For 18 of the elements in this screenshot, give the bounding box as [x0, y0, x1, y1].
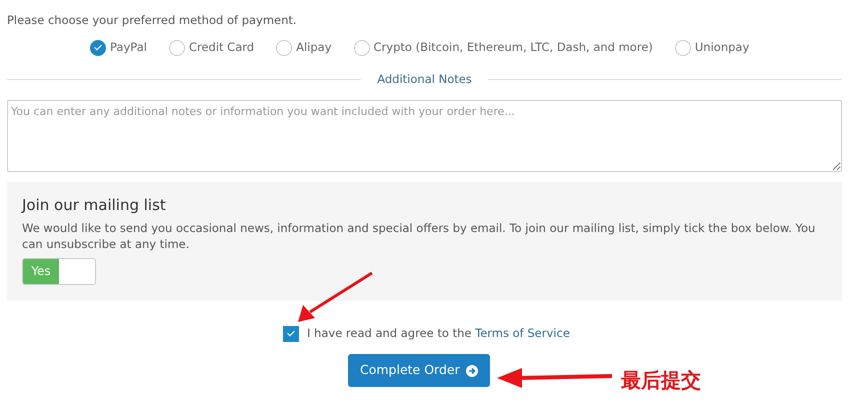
payment-option[interactable]: PayPal	[90, 39, 147, 56]
terms-link[interactable]: Terms of Service	[475, 326, 570, 340]
annotation-text: 最后提交	[621, 367, 701, 394]
arrow-circle-icon	[466, 364, 478, 377]
panel-title: Join our mailing list	[22, 196, 167, 214]
complete-order-button[interactable]: Complete Order	[348, 354, 490, 387]
notes-field[interactable]: You can enter any additional notes or information you want included with your order here...	[7, 100, 842, 172]
agree-checkbox[interactable]	[283, 326, 299, 342]
payment-option[interactable]: Credit Card	[168, 39, 254, 56]
arrow-icon	[298, 272, 373, 322]
payment-option[interactable]: Alipay	[276, 39, 332, 56]
payment-prompt: Please choose your preferred method of payment.	[7, 12, 298, 29]
payment-option[interactable]: Unionpay	[674, 39, 750, 56]
panel-text: We would like to send you occasional news, information and special offers by email. To join our mailing list, simply tick the box below. You can unsubscribe at any time.	[22, 220, 816, 252]
agree-text: I have read and agree to the Terms of Service	[307, 324, 570, 342]
payment-option[interactable]: Crypto (Bitcoin, Ethereum, LTC, Dash, and more)	[354, 39, 653, 56]
arrow-icon	[497, 368, 612, 388]
section-heading: Additional Notes	[377, 70, 472, 88]
